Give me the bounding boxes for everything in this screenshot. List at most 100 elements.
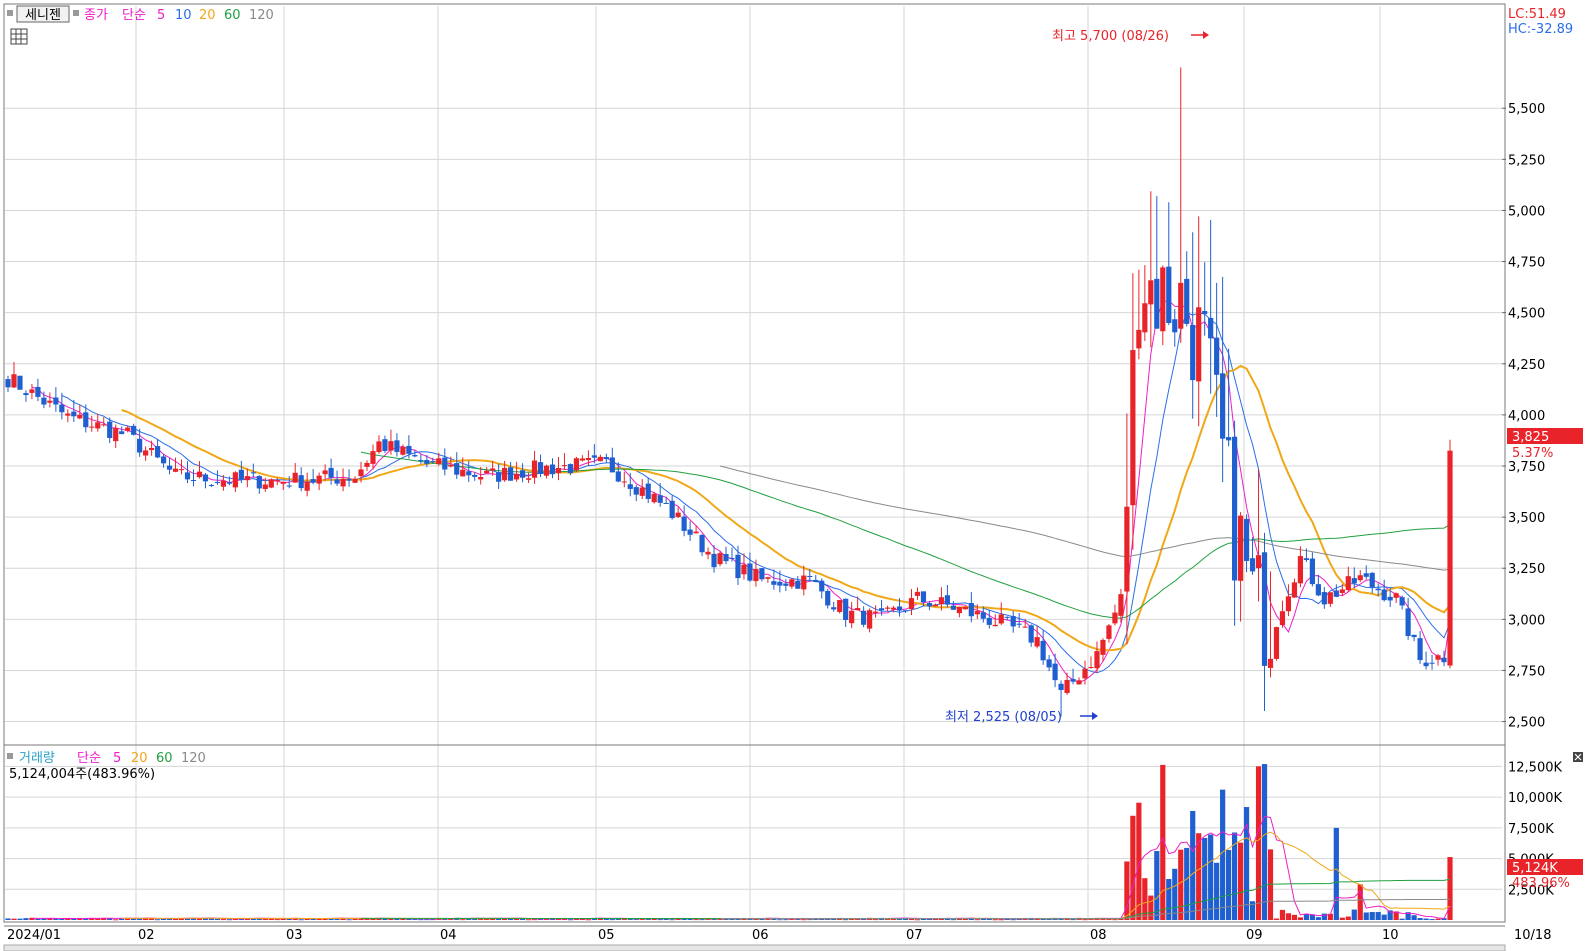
price-tick-label: 3,000 (1508, 613, 1545, 628)
candle-body (388, 441, 394, 451)
candle-body (1022, 626, 1028, 628)
stock-chart[interactable]: 5,500 5,250 5,000 4,750 4,500 4,250 4,000 3,750… (0, 0, 1592, 951)
vol-ma5-label: 5 (113, 751, 121, 766)
candle-body (573, 458, 580, 471)
candle-body (184, 472, 191, 480)
candle-body (502, 467, 508, 481)
candle-body (1255, 555, 1262, 569)
price-type-label: 종가 (84, 8, 108, 23)
candle-body (77, 414, 83, 419)
candle-body (1028, 625, 1034, 643)
candle-body (418, 460, 424, 462)
candle-body (561, 465, 568, 467)
vol-ma60-label: 60 (156, 751, 173, 766)
volume-bar (531, 919, 538, 921)
candle-body (1148, 280, 1154, 305)
candle-body (424, 460, 430, 464)
volume-bar (226, 919, 232, 921)
current-volume: 5,124,004주(483.96%) (9, 767, 155, 782)
candle-body (196, 471, 203, 478)
candle-body (884, 607, 891, 609)
candle-body (1088, 667, 1094, 669)
volume-bar (1226, 849, 1232, 920)
candle-body (1387, 596, 1393, 601)
candle-body (956, 606, 962, 614)
candle-body (35, 386, 41, 397)
candle-body (143, 450, 149, 456)
date-label: 08 (1090, 928, 1107, 943)
candle-body (543, 465, 550, 476)
lc-value: LC:51.49 (1508, 7, 1566, 22)
candle-body (65, 413, 71, 416)
candle-body (645, 483, 651, 499)
price-tick-label: 5,000 (1508, 204, 1545, 219)
close-panel-icon[interactable] (1573, 752, 1583, 762)
volume-bar (669, 919, 675, 921)
ma120-label: 120 (249, 8, 274, 23)
volume-bar (525, 919, 532, 921)
candle-body (759, 568, 765, 580)
volume-bar (1196, 833, 1202, 920)
candle-body (382, 439, 388, 451)
candle-body (878, 608, 885, 611)
candle-body (777, 581, 783, 586)
horizontal-scrollbar[interactable] (3, 944, 1506, 951)
volume-bar (346, 919, 352, 921)
candle-body (932, 604, 939, 607)
candle-body (1273, 627, 1280, 659)
candle-body (675, 512, 681, 517)
volume-bar (914, 919, 921, 921)
candle-body (41, 397, 47, 405)
candle-body (585, 457, 591, 461)
candle-body (1166, 266, 1172, 323)
candle-body (160, 456, 167, 464)
candle-body (1040, 640, 1046, 661)
candle-body (914, 591, 921, 596)
ma60-label: 60 (224, 8, 241, 23)
candle-body (454, 463, 460, 475)
volume-tick-label: 10,000K (1508, 791, 1562, 806)
candle-body (1010, 616, 1016, 627)
candle-body (639, 487, 645, 496)
volume-bar (1285, 913, 1292, 920)
candle-body (436, 458, 442, 465)
candle-body (825, 590, 831, 606)
candle-body (1237, 515, 1244, 581)
candle-body (1064, 679, 1070, 694)
volume-bar (1429, 919, 1435, 921)
candle-body (190, 480, 197, 482)
volume-bar (1237, 842, 1244, 920)
price-tick-label: 3,500 (1508, 511, 1545, 526)
candle-body (657, 495, 663, 503)
volume-bar (1417, 918, 1423, 920)
candle-body (1309, 558, 1315, 585)
candle-body (1417, 638, 1423, 661)
candle-body (154, 446, 161, 458)
candle-body (872, 611, 879, 614)
low-label: 최저 2,525 (08/05) (945, 710, 1062, 725)
candle-body (370, 451, 376, 464)
candle-body (1375, 588, 1381, 591)
candle-body (531, 460, 538, 478)
candle-body (226, 482, 232, 484)
candle-body (214, 482, 221, 484)
candle-body (125, 427, 131, 431)
candle-body (669, 500, 675, 519)
candle-body (1196, 307, 1202, 382)
candle-body (789, 579, 795, 587)
grid-table-icon[interactable] (10, 28, 28, 45)
candle-body (1226, 437, 1232, 441)
volume-bar (1273, 918, 1280, 920)
candle-body (944, 595, 950, 605)
volume-bar (1435, 918, 1441, 920)
candle-body (711, 553, 717, 568)
volume-bar (1154, 851, 1160, 920)
candle-body (1076, 680, 1082, 685)
price-tick-label: 2,500 (1508, 716, 1545, 731)
volume-bar (872, 919, 879, 921)
candle-body (1321, 592, 1327, 605)
ma-type-label: 단순 (122, 8, 146, 23)
candle-body (597, 456, 603, 462)
volume-bar (699, 919, 705, 921)
price-tick-label: 4,500 (1508, 307, 1545, 322)
